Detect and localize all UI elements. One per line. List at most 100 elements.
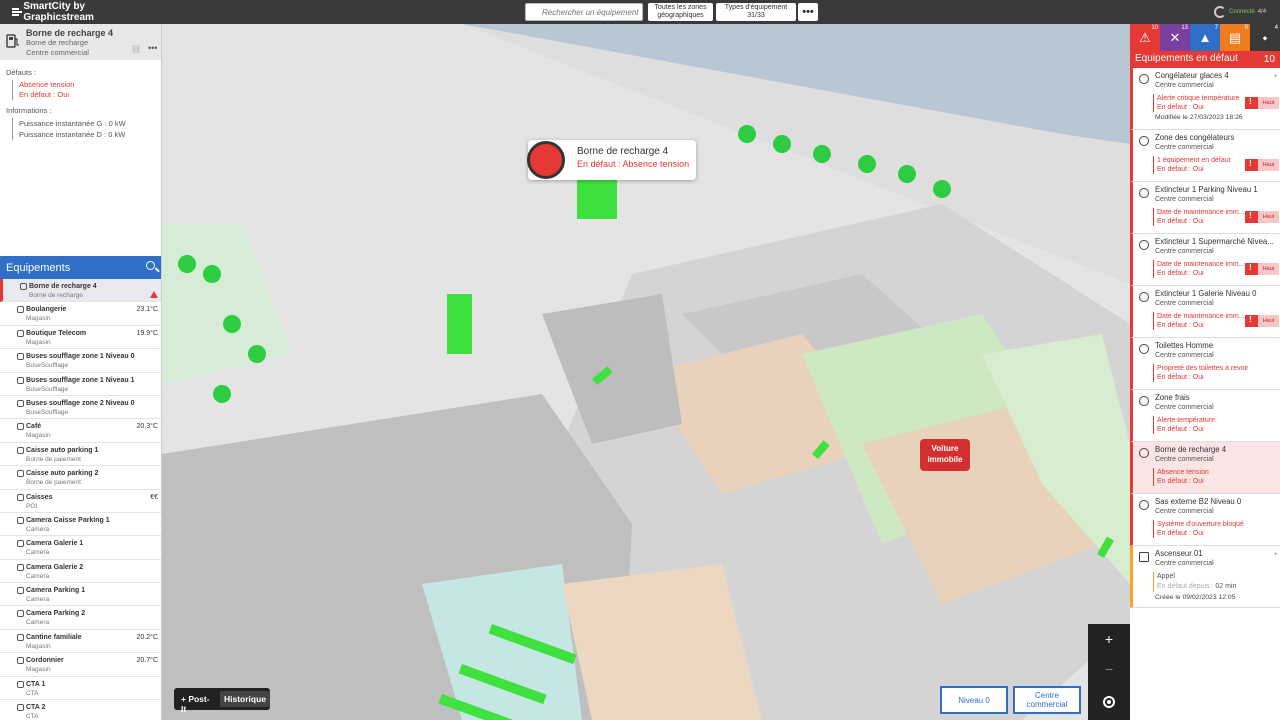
- default-card[interactable]: Extincteur 1 Galerie Niveau 0 Centre com…: [1130, 286, 1280, 338]
- tag-icon: ⬩: [1274, 549, 1277, 558]
- card-title: Zone des congélateurs: [1155, 133, 1235, 142]
- card-lines: Absence tension En défaut : Oui: [1153, 468, 1280, 486]
- equipment-icon: [1139, 74, 1149, 84]
- card-zone: Centre commercial: [1155, 560, 1214, 567]
- default-card[interactable]: Extincteur 1 Parking Niveau 1 Centre com…: [1130, 182, 1280, 234]
- zoom-in-button[interactable]: +: [1088, 624, 1130, 654]
- card-created: Créée le 09/02/2023 12:05: [1155, 594, 1236, 601]
- equipment-icon: [1139, 240, 1149, 250]
- zones-dropdown[interactable]: Toutes les zones géographiques: [648, 3, 713, 21]
- equipment-type: BuseSoufflage: [26, 385, 69, 393]
- equipment-name: Camera Caisse Parking 1: [26, 516, 110, 524]
- equipment-type: Magasin: [26, 432, 51, 440]
- defaults-count: 10: [1263, 54, 1275, 65]
- equipment-row[interactable]: Caisse auto parking 2 Borne de paiement: [0, 466, 161, 490]
- search-input[interactable]: [525, 3, 643, 21]
- default-card[interactable]: Zone frais Centre commercial Alerte temp…: [1130, 390, 1280, 442]
- history-button[interactable]: Historique: [219, 691, 270, 707]
- equipment-row[interactable]: CTA 2 CTA: [0, 700, 161, 720]
- equipment-name: Buses soufflage zone 1 Niveau 0: [26, 353, 135, 361]
- map-3d-view[interactable]: Borne de recharge 4 En défaut : Absence …: [162, 24, 1130, 720]
- equipment-row[interactable]: Camera Galerie 2 Camera: [0, 560, 161, 584]
- equipment-name: Caisse auto parking 2: [26, 470, 99, 478]
- postit-button[interactable]: + Post-It: [177, 691, 217, 714]
- search-icon[interactable]: [146, 261, 155, 270]
- equipment-row[interactable]: CTA 1 CTA: [0, 677, 161, 701]
- priority-label: Haut: [1258, 211, 1279, 223]
- warning-icon: [1245, 97, 1258, 109]
- tab-count: 0: [1244, 25, 1248, 31]
- card-modified: Modifiée le 27/03/2023 18:26: [1155, 114, 1243, 121]
- link-icon[interactable]: ⛓: [131, 45, 141, 54]
- zone-button[interactable]: Centre commercial: [1013, 686, 1081, 714]
- tag-icon: ⬩: [1274, 71, 1277, 80]
- equipment-icon: [1139, 396, 1149, 406]
- charging-station-icon: [527, 141, 565, 179]
- tab-count: 4: [1274, 25, 1278, 31]
- equipment-row[interactable]: Cordonnier Magasin 20.7°C: [0, 653, 161, 677]
- tab-tag[interactable]: ⬩ 4: [1250, 24, 1280, 51]
- equipment-row[interactable]: Caisses POI €€: [0, 490, 161, 513]
- default-card[interactable]: Sas externe B2 Niveau 0 Centre commercia…: [1130, 494, 1280, 546]
- equipment-type: Magasin: [26, 315, 51, 323]
- equipment-row[interactable]: Camera Caisse Parking 1 Camera: [0, 513, 161, 537]
- default-card[interactable]: Toilettes Homme Centre commercial Propre…: [1130, 338, 1280, 390]
- equipment-icon: [17, 516, 24, 524]
- map-canvas[interactable]: [162, 24, 1130, 720]
- equipment-icon: [17, 470, 24, 478]
- level-button[interactable]: Niveau 0: [940, 686, 1008, 714]
- equipment-list-title: Equipements: [6, 262, 71, 274]
- recenter-button[interactable]: [1088, 684, 1130, 720]
- equipment-icon: [1139, 188, 1149, 198]
- equipment-row[interactable]: Buses soufflage zone 1 Niveau 1 BuseSouf…: [0, 373, 161, 396]
- equipment-row[interactable]: Borne de recharge 4 Borne de recharge: [0, 279, 161, 303]
- detail-header: Borne de recharge 4 Borne de recharge Ce…: [0, 24, 161, 60]
- equipment-types-dropdown[interactable]: Types d'équipement 31/33: [716, 3, 796, 21]
- tools-icon: ✕: [1169, 29, 1181, 45]
- equipment-callout[interactable]: Borne de recharge 4 En défaut : Absence …: [527, 140, 696, 180]
- equipment-row[interactable]: Boulangerie Magasin 23.1°C: [0, 302, 161, 326]
- equipment-type: Magasin: [26, 666, 51, 674]
- equipment-row[interactable]: Buses soufflage zone 1 Niveau 0 BuseSouf…: [0, 349, 161, 373]
- tab-clipboard[interactable]: ▤ 0: [1220, 24, 1250, 51]
- card-zone: Centre commercial: [1155, 404, 1214, 411]
- default-card[interactable]: Borne de recharge 4 Centre commercial Ab…: [1130, 442, 1280, 494]
- equipment-icon: [17, 563, 24, 571]
- elevator-card[interactable]: ⬩ Ascenseur 01 Centre commercial Appel E…: [1130, 546, 1280, 608]
- zoom-out-button[interactable]: −: [1088, 654, 1130, 684]
- card-line: En défaut : Oui: [1157, 374, 1204, 381]
- callout-title: Borne de recharge 4: [577, 146, 669, 157]
- warning-icon: [1245, 263, 1258, 275]
- duration-label: En défaut depuis :: [1157, 583, 1214, 590]
- default-card[interactable]: Congélateur glaces 4 Centre commercial A…: [1130, 68, 1280, 130]
- info-item: Puissance instantanée G : 0 kW: [19, 119, 126, 128]
- tab-cone[interactable]: ▲ 7: [1190, 24, 1220, 51]
- equipment-row[interactable]: Buses soufflage zone 2 Niveau 0 BuseSouf…: [0, 396, 161, 420]
- equipment-row[interactable]: Camera Parking 2 Camera: [0, 606, 161, 630]
- more-options-button[interactable]: •••: [798, 3, 818, 21]
- warning-icon: ⚠: [1139, 29, 1151, 45]
- menu-button[interactable]: SmartCity by Graphicstream: [12, 1, 122, 23]
- tab-warning[interactable]: ⚠ 10: [1130, 24, 1160, 51]
- detail-more-button[interactable]: •••: [148, 43, 157, 53]
- equipment-row[interactable]: Boutique Telecom Magasin 19.9°C: [0, 326, 161, 350]
- default-card[interactable]: Zone des congélateurs Centre commercial …: [1130, 130, 1280, 182]
- vehicle-alert-marker[interactable]: Voiture immobile: [920, 439, 970, 471]
- equipment-type: Camera: [26, 619, 50, 627]
- equipment-row[interactable]: Café Magasin 20.3°C: [0, 419, 161, 443]
- default-card[interactable]: Extincteur 1 Supermarché Nivea... Centre…: [1130, 234, 1280, 286]
- card-zone: Centre commercial: [1155, 196, 1214, 203]
- priority-label: Haut: [1258, 315, 1279, 327]
- equipment-row[interactable]: Camera Parking 1 Camera: [0, 583, 161, 607]
- tab-tools[interactable]: ✕ 13: [1160, 24, 1190, 51]
- equipment-row[interactable]: Caisse auto parking 1 Borne de paiement: [0, 443, 161, 467]
- card-zone: Centre commercial: [1155, 300, 1214, 307]
- sync-icon: [1214, 6, 1226, 18]
- equipment-row[interactable]: Cantine familiale Magasin 20.2°C: [0, 630, 161, 654]
- priority-badge: Haut: [1245, 211, 1279, 223]
- defect-item: Absence tension: [19, 80, 75, 89]
- equipment-type: Magasin: [26, 338, 51, 346]
- equipment-row[interactable]: Camera Galerie 1 Camera: [0, 536, 161, 560]
- elevator-icon: [1139, 552, 1149, 562]
- equipment-icon: [17, 306, 24, 314]
